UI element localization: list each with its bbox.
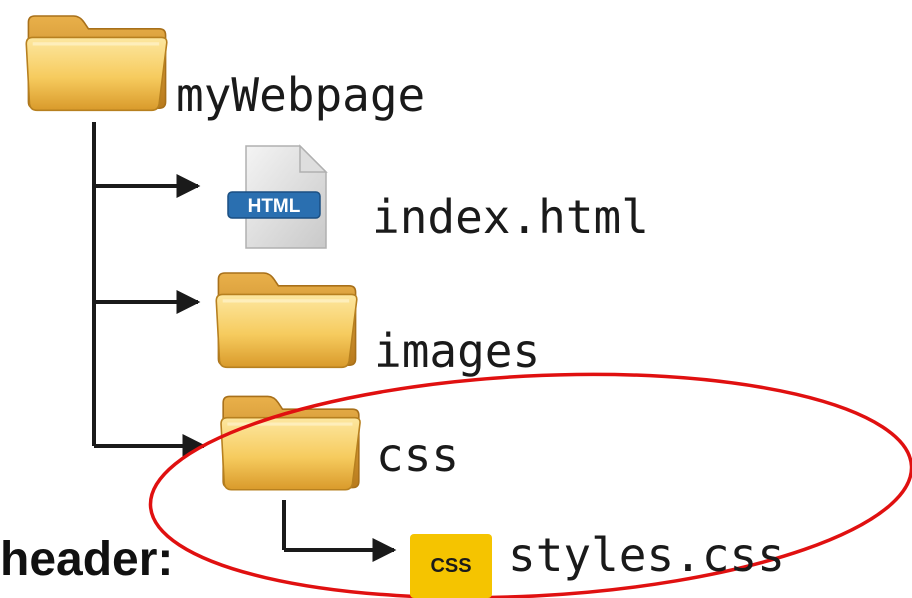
css-file-icon: CSS xyxy=(410,534,492,598)
css-folder-label: css xyxy=(376,428,460,482)
folder-icon xyxy=(214,271,359,369)
css-badge-text: CSS xyxy=(430,554,472,577)
index-file-label: index.html xyxy=(372,190,649,244)
images-folder-label: images xyxy=(374,324,541,378)
file-tree-diagram: HTML xyxy=(24,14,912,598)
root-folder-label: myWebpage xyxy=(176,68,426,122)
folder-icon xyxy=(24,14,169,112)
html-file-icon: HTML xyxy=(227,144,328,249)
html-badge-text: HTML xyxy=(248,196,301,217)
caption-text: header: xyxy=(0,533,174,586)
styles-file-label: styles.css xyxy=(508,528,785,582)
